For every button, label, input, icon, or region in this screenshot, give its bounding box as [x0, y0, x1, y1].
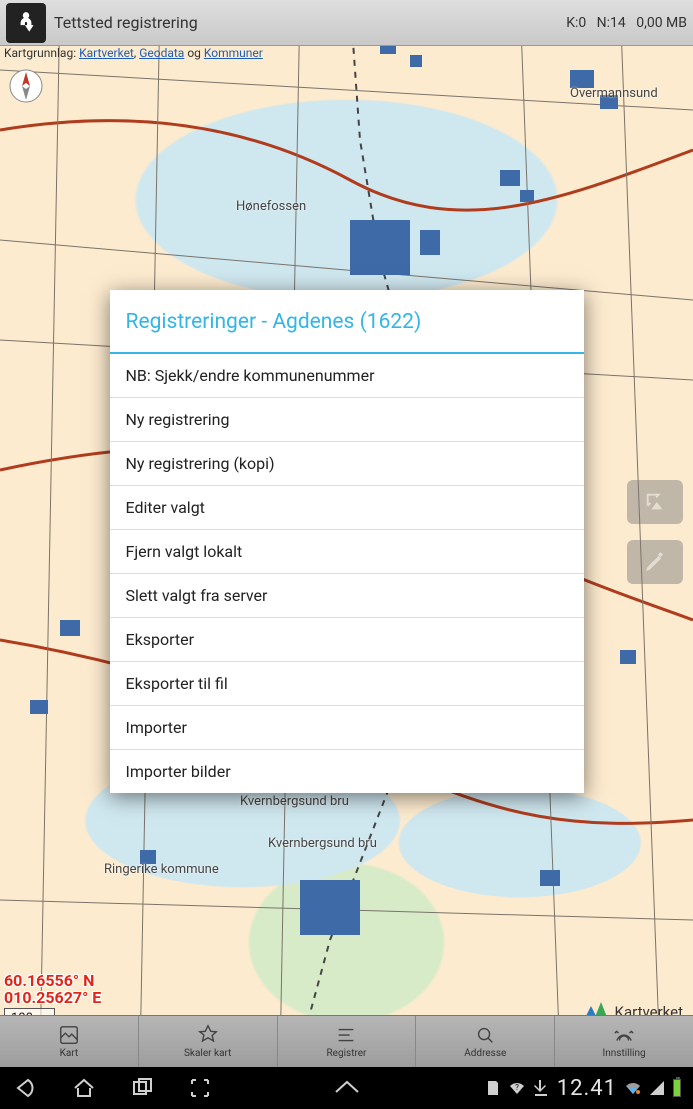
- dlg-item-eksporter-fil[interactable]: Eksporter til fil: [110, 662, 584, 706]
- dlg-item-importer-bilder[interactable]: Importer bilder: [110, 750, 584, 793]
- dlg-item-check-kommune[interactable]: NB: Sjekk/endre kommunenummer: [110, 354, 584, 398]
- dlg-item-editer-valgt[interactable]: Editer valgt: [110, 486, 584, 530]
- dlg-item-slett-server[interactable]: Slett valgt fra server: [110, 574, 584, 618]
- dlg-item-ny-registrering[interactable]: Ny registrering: [110, 398, 584, 442]
- dialog-title: Registreringer - Agdenes (1622): [110, 290, 584, 354]
- registreringer-dialog: Registreringer - Agdenes (1622) NB: Sjek…: [110, 290, 584, 793]
- dlg-item-eksporter[interactable]: Eksporter: [110, 618, 584, 662]
- dlg-item-ny-registrering-kopi[interactable]: Ny registrering (kopi): [110, 442, 584, 486]
- dlg-item-fjern-lokalt[interactable]: Fjern valgt lokalt: [110, 530, 584, 574]
- dlg-item-importer[interactable]: Importer: [110, 706, 584, 750]
